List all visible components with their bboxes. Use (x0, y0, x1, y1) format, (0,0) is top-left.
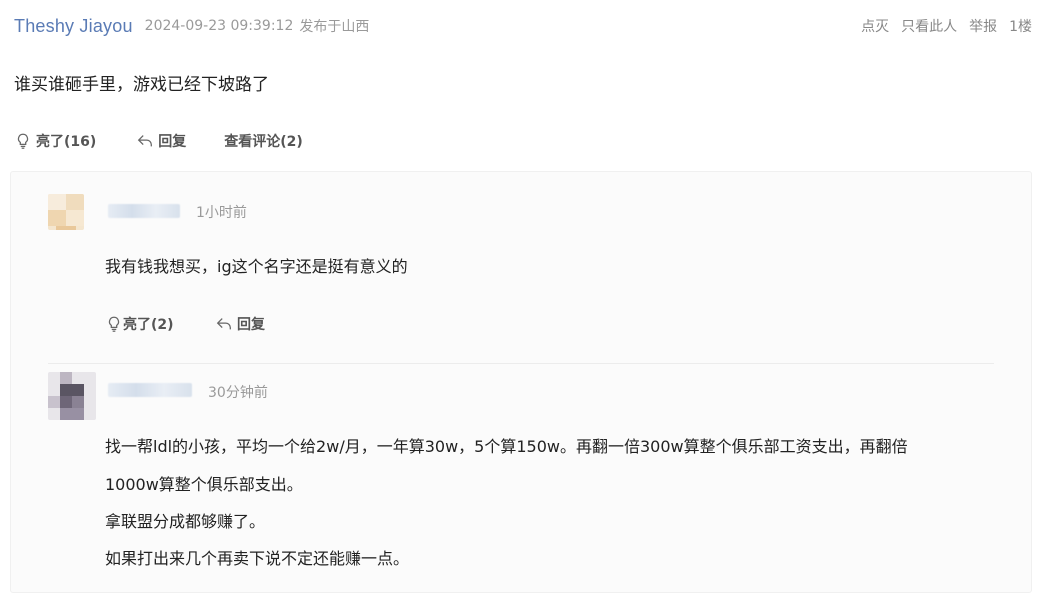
light-label: 亮了(16) (36, 134, 97, 150)
post-toolbar: 亮了(16) 回复 查看评论(2) (14, 130, 303, 152)
comment-content-line: 找一帮ldl的小孩，平均一个给2w/月，一年算30w，5个算150w。再翻一倍3… (105, 437, 908, 456)
comment-username-blurred[interactable] (108, 383, 192, 397)
post-location: 发布于山西 (299, 19, 370, 35)
avatar[interactable] (48, 372, 96, 420)
post-content: 谁买谁砸手里，游戏已经下坡路了 (14, 75, 269, 95)
reply-label: 回复 (158, 134, 187, 150)
avatar-image (48, 372, 96, 420)
avatar[interactable] (48, 194, 84, 230)
only-this-user-button[interactable]: 只看此人 (901, 16, 957, 36)
comment-time: 30分钟前 (208, 385, 268, 401)
avatar-image (48, 194, 84, 230)
reply-arrow-icon (216, 318, 231, 330)
comment-reply-label: 回复 (237, 317, 265, 333)
comment-content-line: 1000w算整个俱乐部支出。 (105, 475, 303, 494)
reply-button[interactable]: 回复 (136, 131, 186, 151)
comment-reply-button[interactable]: 回复 (215, 314, 265, 334)
comment-content-line: 如果打出来几个再卖下说不定还能赚一点。 (105, 549, 410, 568)
report-button[interactable]: 举报 (969, 16, 997, 36)
post-timestamp: 2024-09-23 09:39:12 (144, 18, 294, 34)
post-username[interactable]: Theshy Jiayou (14, 16, 133, 37)
lightbulb-icon (17, 133, 29, 149)
comment-username-blurred[interactable] (108, 204, 180, 218)
lightbulb-icon (108, 316, 120, 332)
dislike-button[interactable]: 点灭 (861, 16, 889, 36)
comment-divider (48, 363, 994, 364)
floor-number: 1楼 (1009, 19, 1032, 35)
comment-content: 我有钱我想买，ig这个名字还是挺有意义的 (105, 257, 408, 276)
reply-arrow-icon (138, 135, 153, 147)
view-comments-label: 查看评论(2) (224, 134, 303, 150)
comment-content-line: 拿联盟分成都够赚了。 (105, 512, 266, 531)
view-comments-button[interactable]: 查看评论(2) (224, 131, 303, 151)
light-button[interactable]: 亮了(16) (14, 131, 96, 151)
post-header: Theshy Jiayou 2024-09-23 09:39:12 发布于山西 (14, 14, 369, 38)
comment-light-label: 亮了(2) (123, 317, 174, 333)
post-actions: 点灭 只看此人 举报 1楼 (861, 16, 1032, 36)
comment-light-button[interactable]: 亮了(2) (105, 314, 174, 334)
comment-time: 1小时前 (196, 205, 247, 221)
